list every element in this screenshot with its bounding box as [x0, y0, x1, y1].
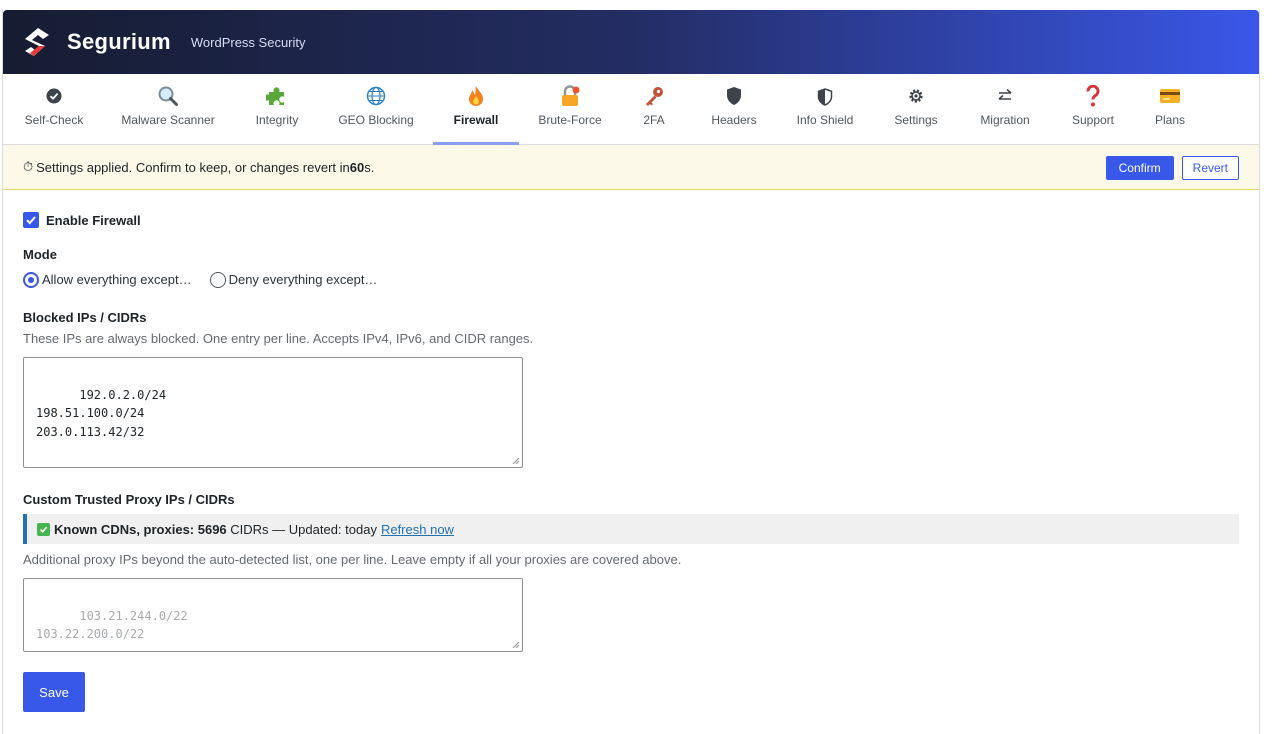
enable-firewall-label[interactable]: Enable Firewall	[46, 213, 141, 228]
mode-radio-group: Allow everything except… Deny everything…	[23, 271, 1239, 288]
shield-icon	[723, 85, 745, 107]
segurium-logo-icon	[25, 28, 49, 56]
tab-self-check[interactable]: Self-Check	[7, 74, 101, 144]
fire-icon	[465, 85, 487, 107]
mode-allow-radio[interactable]: Allow everything except…	[23, 271, 192, 288]
tab-label: Integrity	[255, 113, 299, 127]
countdown-seconds: 60	[349, 159, 365, 175]
enable-firewall-row: Enable Firewall	[23, 212, 1239, 228]
trusted-proxy-label: Custom Trusted Proxy IPs / CIDRs	[23, 492, 235, 507]
firewall-settings-form: Enable Firewall Mode Allow everything ex…	[3, 190, 1259, 712]
brand-name: Segurium	[67, 29, 171, 54]
mode-deny-radio[interactable]: Deny everything except…	[209, 271, 378, 288]
tab-bar: Self-Check Malware Scanner Integrity GEO…	[3, 74, 1259, 145]
cdn-count: Known CDNs, proxies: 5696	[54, 521, 227, 537]
trusted-proxy-description: Additional proxy IPs beyond the auto-det…	[23, 552, 682, 567]
revert-countdown-notice: ⏱ Settings applied. Confirm to keep, or …	[3, 145, 1259, 190]
resize-handle-icon[interactable]	[512, 457, 520, 465]
tab-label: Self-Check	[24, 113, 84, 127]
tab-label: GEO Blocking	[338, 113, 414, 127]
tab-geo-blocking[interactable]: GEO Blocking	[319, 74, 433, 144]
tab-label: Brute-Force	[538, 113, 602, 127]
key-icon	[643, 85, 665, 107]
plugin-app: Segurium WordPress Security Self-Check M…	[2, 10, 1260, 734]
radio-dot	[209, 271, 226, 288]
gear-icon	[905, 85, 927, 107]
tab-label: Migration	[980, 113, 1030, 127]
trusted-proxy-placeholder: 103.21.244.0/22 103.22.200.0/22	[36, 608, 188, 642]
tab-label: Firewall	[453, 113, 499, 127]
tab-headers[interactable]: Headers	[687, 74, 781, 144]
question-icon	[1082, 85, 1104, 107]
check-circle-icon	[43, 85, 65, 107]
tab-malware-scanner[interactable]: Malware Scanner	[101, 74, 235, 144]
checkmark-icon	[26, 216, 36, 225]
lock-icon	[559, 85, 581, 107]
tab-label: Headers	[711, 113, 757, 127]
trusted-proxy-textarea[interactable]: 103.21.244.0/22 103.22.200.0/22	[23, 578, 523, 652]
tab-integrity[interactable]: Integrity	[235, 74, 319, 144]
enable-firewall-checkbox[interactable]	[23, 212, 39, 228]
radio-dot	[23, 271, 39, 288]
blocked-ips-textarea[interactable]: 192.0.2.0/24 198.51.100.0/24 203.0.113.4…	[23, 357, 523, 468]
shield-half-icon	[814, 86, 836, 108]
notice-suffix: s.	[364, 159, 375, 175]
credit-card-icon	[1159, 85, 1181, 107]
tab-plans[interactable]: Plans	[1139, 74, 1201, 144]
refresh-now-link[interactable]: Refresh now	[381, 522, 454, 537]
blocked-ips-description: These IPs are always blocked. One entry …	[23, 331, 534, 346]
mode-label: Mode	[23, 247, 57, 262]
mode-allow-label: Allow everything except…	[42, 272, 192, 287]
mode-deny-label: Deny everything except…	[228, 272, 378, 287]
check-mark-icon	[37, 522, 50, 536]
cdn-status-box: Known CDNs, proxies: 5696 CIDRs — Update…	[23, 514, 1239, 544]
tab-migration[interactable]: Migration	[963, 74, 1047, 144]
brand-tagline: WordPress Security	[190, 34, 306, 50]
magnifier-icon	[157, 85, 179, 107]
globe-icon	[365, 85, 387, 107]
timer-icon: ⏱	[23, 159, 34, 174]
tab-label: Support	[1071, 113, 1115, 127]
tab-label: 2FA	[643, 113, 665, 127]
revert-button[interactable]: Revert	[1181, 156, 1239, 180]
blocked-ips-value: 192.0.2.0/24 198.51.100.0/24 203.0.113.4…	[36, 387, 167, 439]
resize-handle-icon[interactable]	[512, 641, 520, 649]
tab-label: Settings	[894, 113, 938, 127]
confirm-button[interactable]: Confirm	[1105, 156, 1174, 180]
swap-arrows-icon	[994, 85, 1016, 107]
tab-support[interactable]: Support	[1047, 74, 1139, 144]
puzzle-icon	[266, 85, 288, 107]
blocked-ips-label: Blocked IPs / CIDRs	[23, 310, 147, 325]
tab-firewall[interactable]: Firewall	[433, 74, 519, 145]
tab-label: Info Shield	[796, 113, 854, 127]
tab-info-shield[interactable]: Info Shield	[781, 74, 869, 144]
tab-label: Plans	[1154, 113, 1186, 127]
tab-brute-force[interactable]: Brute-Force	[519, 74, 621, 144]
notice-text: Settings applied. Confirm to keep, or ch…	[36, 159, 350, 175]
cdn-updated: CIDRs — Updated: today	[226, 521, 377, 537]
tab-settings[interactable]: Settings	[869, 74, 963, 144]
plugin-header: Segurium WordPress Security	[3, 10, 1259, 74]
tab-label: Malware Scanner	[121, 113, 215, 127]
tab-2fa[interactable]: 2FA	[621, 74, 687, 144]
notice-actions: Confirm Revert	[1105, 156, 1239, 180]
